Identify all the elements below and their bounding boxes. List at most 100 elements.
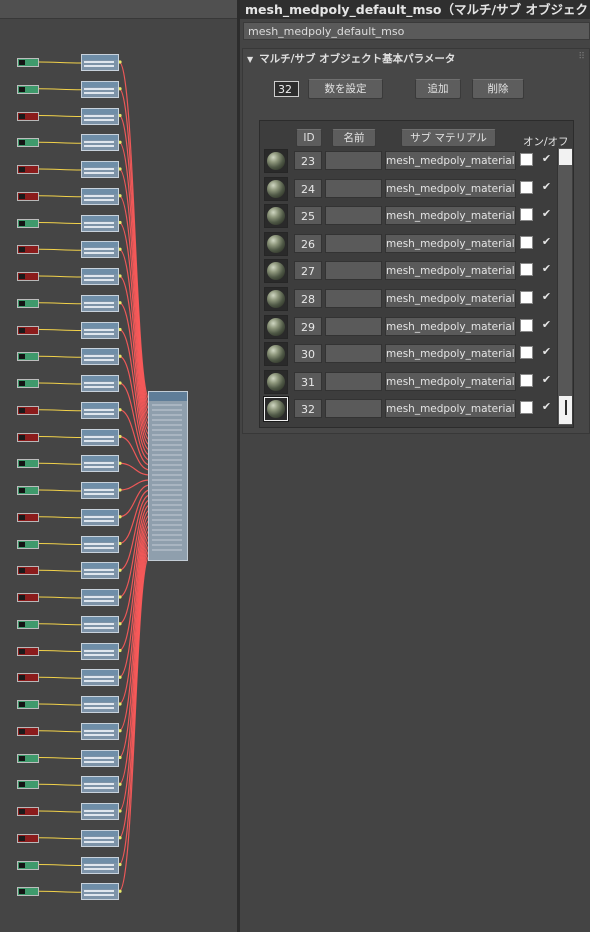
bitmap-node[interactable] — [17, 325, 39, 335]
bitmap-node[interactable] — [17, 379, 39, 388]
sub-material-button[interactable]: mesh_medpoly_material002 — [385, 151, 516, 170]
material-node[interactable] — [81, 428, 119, 446]
bitmap-node[interactable] — [17, 646, 39, 656]
material-node[interactable] — [81, 829, 119, 847]
row-name-field[interactable] — [325, 289, 382, 308]
row-id[interactable]: 24 — [294, 178, 322, 198]
collapse-triangle-icon[interactable]: ▼ — [247, 55, 253, 64]
material-node[interactable] — [81, 268, 119, 285]
header-id-button[interactable]: ID — [296, 129, 322, 147]
bitmap-node[interactable] — [17, 111, 39, 121]
rollout-grip-icon[interactable]: ⠿ — [578, 52, 585, 62]
row-enabled-checkbox[interactable]: ✔ — [540, 373, 553, 387]
bitmap-node[interactable] — [17, 833, 39, 843]
material-node[interactable] — [81, 749, 119, 767]
row-enabled-checkbox[interactable]: ✔ — [540, 345, 553, 359]
material-node[interactable] — [81, 241, 119, 259]
material-node[interactable] — [81, 803, 119, 820]
material-node[interactable] — [81, 348, 119, 366]
bitmap-node[interactable] — [17, 352, 39, 362]
material-node[interactable] — [81, 482, 119, 499]
row-color-swatch[interactable] — [520, 291, 533, 304]
row-id[interactable]: 32 — [294, 399, 322, 419]
row-enabled-checkbox[interactable]: ✔ — [540, 152, 553, 166]
bitmap-node[interactable] — [17, 218, 39, 228]
row-color-swatch[interactable] — [520, 180, 533, 194]
row-color-swatch[interactable] — [520, 208, 533, 222]
row-color-swatch[interactable] — [520, 235, 533, 249]
material-node[interactable] — [81, 294, 119, 312]
material-node[interactable] — [81, 696, 119, 713]
bitmap-node[interactable] — [17, 58, 39, 67]
material-node[interactable] — [81, 187, 119, 205]
sub-material-button[interactable]: mesh_medpoly_material002 — [385, 371, 516, 391]
row-name-field[interactable] — [325, 399, 382, 419]
row-name-field[interactable] — [325, 371, 382, 391]
row-id[interactable]: 25 — [294, 206, 322, 226]
bitmap-node[interactable] — [17, 138, 39, 148]
list-scrollbar[interactable] — [557, 148, 572, 425]
row-id[interactable]: 31 — [294, 371, 322, 391]
row-enabled-checkbox[interactable]: ✔ — [540, 290, 553, 304]
material-swatch[interactable] — [263, 396, 289, 423]
sub-material-button[interactable]: mesh_medpoly_material002 — [385, 316, 516, 336]
bitmap-node[interactable] — [17, 84, 39, 94]
row-enabled-checkbox[interactable]: ✔ — [540, 235, 553, 249]
bitmap-node[interactable] — [17, 566, 39, 576]
row-id[interactable]: 26 — [294, 233, 322, 253]
bitmap-node[interactable] — [17, 807, 39, 816]
material-node[interactable] — [81, 134, 119, 152]
material-swatch[interactable] — [264, 176, 288, 201]
row-id[interactable]: 30 — [294, 344, 322, 364]
material-name-field[interactable]: mesh_medpoly_default_mso — [243, 22, 590, 40]
bitmap-node[interactable] — [17, 539, 39, 549]
material-node[interactable] — [81, 776, 119, 794]
material-node[interactable] — [81, 80, 119, 98]
bitmap-node[interactable] — [17, 486, 39, 495]
material-node[interactable] — [81, 455, 119, 473]
material-node[interactable] — [81, 669, 119, 687]
sub-material-button[interactable]: mesh_medpoly_material002 — [385, 289, 516, 308]
material-node[interactable] — [81, 615, 119, 633]
material-swatch[interactable] — [264, 314, 288, 339]
material-node[interactable] — [81, 321, 119, 339]
row-enabled-checkbox[interactable]: ✔ — [540, 318, 553, 332]
material-node[interactable] — [81, 161, 119, 178]
sub-material-button[interactable]: mesh_medpoly_material002 — [385, 206, 516, 226]
row-name-field[interactable] — [325, 178, 382, 198]
row-color-swatch[interactable] — [520, 373, 533, 387]
bitmap-node[interactable] — [17, 619, 39, 629]
bitmap-node[interactable] — [17, 432, 39, 442]
add-button[interactable]: 追加 — [415, 79, 461, 99]
material-node[interactable] — [81, 642, 119, 660]
set-count-button[interactable]: 数を設定 — [308, 79, 383, 99]
bitmap-node[interactable] — [17, 726, 39, 736]
row-name-field[interactable] — [325, 261, 382, 281]
header-sub-material-button[interactable]: サブ マテリアル — [401, 129, 496, 147]
bitmap-node[interactable] — [17, 245, 39, 255]
header-name-button[interactable]: 名前 — [332, 129, 376, 147]
multi-sub-object-node[interactable] — [148, 391, 188, 561]
bitmap-node[interactable] — [17, 780, 39, 790]
bitmap-node[interactable] — [17, 272, 39, 281]
material-node[interactable] — [81, 401, 119, 419]
sub-material-button[interactable]: mesh_medpoly_material002 — [385, 344, 516, 364]
material-node[interactable] — [81, 375, 119, 392]
row-name-field[interactable] — [325, 206, 382, 226]
material-swatch[interactable] — [264, 149, 288, 173]
bitmap-node[interactable] — [17, 753, 39, 763]
scrollbar-thumb[interactable] — [559, 396, 572, 424]
material-swatch[interactable] — [264, 231, 288, 256]
bitmap-node[interactable] — [17, 860, 39, 870]
material-swatch[interactable] — [264, 342, 288, 367]
multi-sub-object-node-header[interactable] — [149, 392, 187, 401]
row-name-field[interactable] — [325, 316, 382, 336]
rollout-header[interactable]: ▼ マルチ/サブ オブジェクト基本パラメータ — [247, 51, 455, 67]
material-node[interactable] — [81, 722, 119, 740]
material-node[interactable] — [81, 214, 119, 232]
sub-material-button[interactable]: mesh_medpoly_material002 — [385, 261, 516, 281]
material-swatch[interactable] — [264, 204, 288, 229]
bitmap-node[interactable] — [17, 165, 39, 174]
bitmap-node[interactable] — [17, 593, 39, 602]
sub-material-button[interactable]: mesh_medpoly_material002 — [385, 233, 516, 253]
